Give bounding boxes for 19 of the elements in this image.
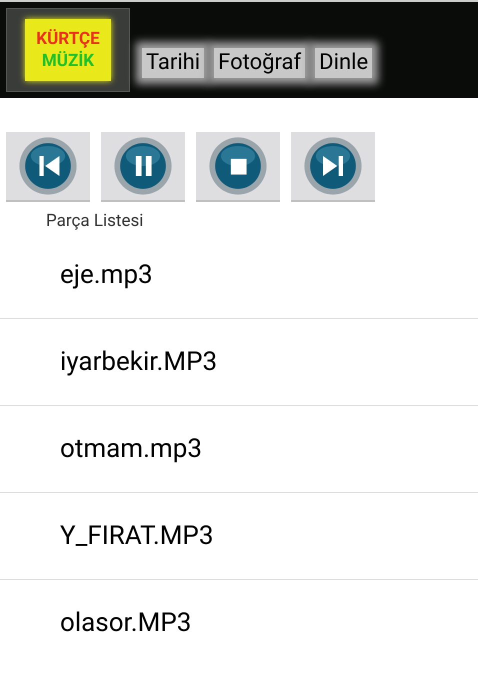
pause-icon xyxy=(113,136,173,196)
previous-button[interactable] xyxy=(6,132,90,202)
pause-button[interactable] xyxy=(101,132,185,202)
logo-text: KÜRTÇE xyxy=(36,28,100,50)
track-item[interactable]: iyarbekir.MP3 xyxy=(60,342,218,382)
logo-text: MÜZİK xyxy=(42,50,94,72)
stop-icon xyxy=(208,136,268,196)
next-icon xyxy=(303,136,363,196)
tab[interactable]: Tarihi xyxy=(142,48,204,78)
previous-icon xyxy=(18,136,78,196)
track-item[interactable]: olasor.MP3 xyxy=(60,604,192,643)
track-item[interactable]: Y_FIRAT.MP3 xyxy=(60,516,214,556)
tab[interactable]: Fotoğraf xyxy=(214,48,306,78)
track-item[interactable]: eje.mp3 xyxy=(60,256,153,294)
track-item[interactable]: otmam.mp3 xyxy=(60,430,202,468)
stop-button[interactable] xyxy=(196,132,280,202)
playlist-label: Parça Listesi xyxy=(46,210,144,232)
tab[interactable]: Dinle xyxy=(315,48,372,78)
next-button[interactable] xyxy=(291,132,375,202)
